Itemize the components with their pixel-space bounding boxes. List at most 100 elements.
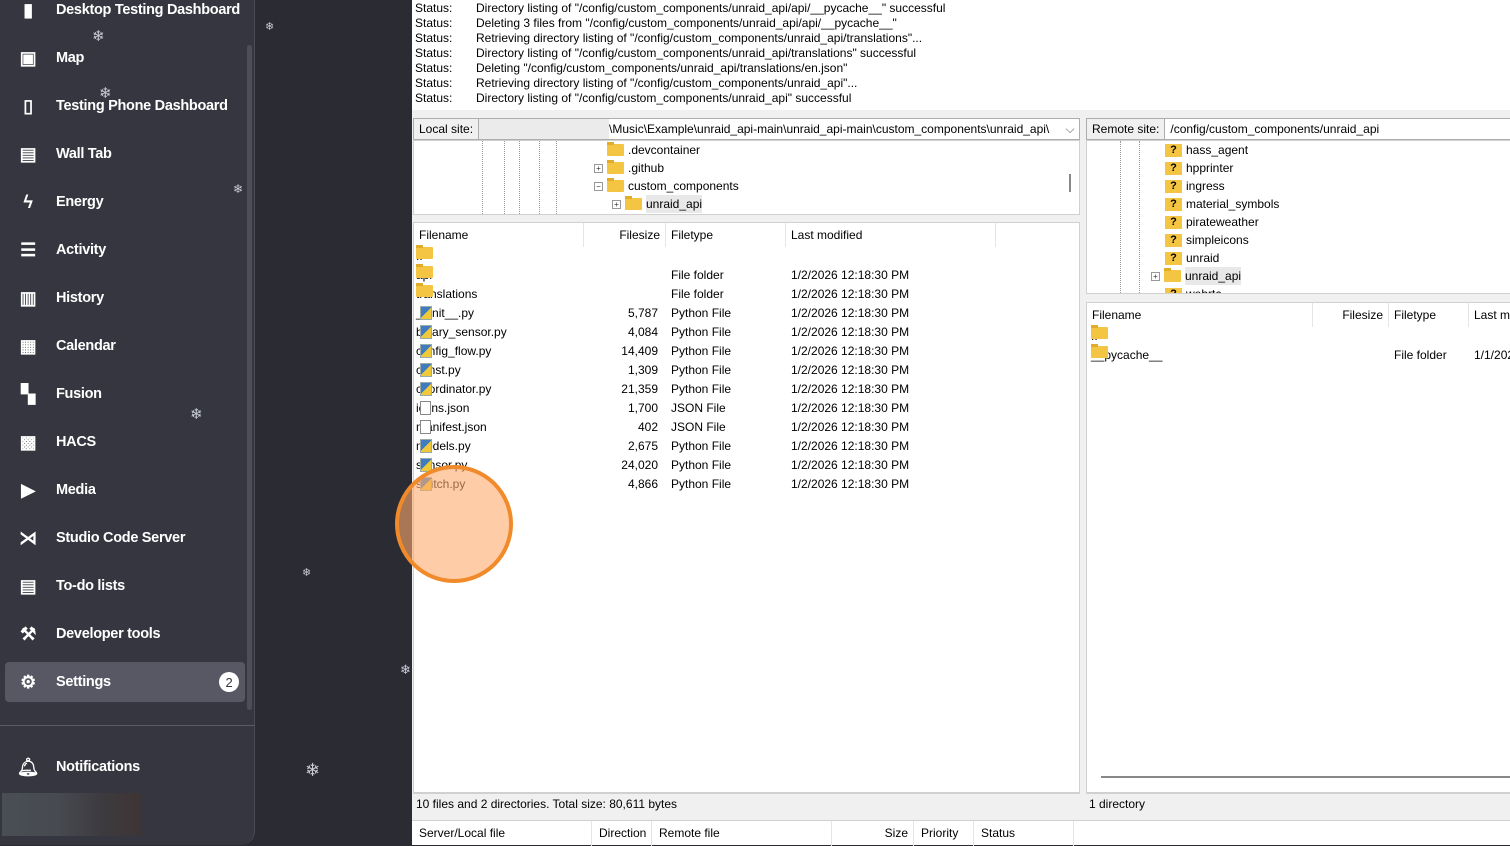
- tree-node[interactable]: ? pirateweather: [1165, 213, 1259, 231]
- file-type: Python File: [671, 477, 732, 491]
- column-header[interactable]: Filetype: [1389, 303, 1469, 327]
- file-row[interactable]: config_flow.py 14,409 Python File 1/2/2026 …: [414, 342, 1079, 361]
- vscode-icon: ⋊: [19, 527, 37, 548]
- python-file-icon: [420, 344, 432, 358]
- hammer-icon: ⚒: [20, 623, 36, 644]
- remote-site-label: Remote site:: [1087, 119, 1166, 139]
- queue-column-header[interactable]: Direction: [592, 821, 652, 846]
- file-modified: 1/2/2026 12:18:30 PM: [791, 420, 910, 434]
- queue-column-header[interactable]: Size: [832, 821, 914, 846]
- file-row[interactable]: binary_sensor.py 4,084 Python File 1/2/2026…: [414, 323, 1079, 342]
- tree-node[interactable]: ? material_symbols: [1165, 195, 1279, 213]
- file-row[interactable]: coordinator.py 21,359 Python File 1/2/2026 …: [414, 380, 1079, 399]
- sidebar-item-desktop-testing-dashboard[interactable]: ▮ Desktop Testing Dashboard: [5, 0, 245, 30]
- sidebar-item-settings[interactable]: ⚙ Settings 2: [5, 662, 245, 702]
- file-row[interactable]: ..: [414, 245, 1079, 266]
- transfer-queue: Server/Local file Direction Remote file Siz…: [412, 820, 1510, 846]
- file-modified: 1/2/2026 12:18:30 PM: [791, 325, 910, 339]
- sidebar-item-map[interactable]: ▣ Map: [5, 38, 245, 78]
- sidebar-item-label: Energy: [56, 194, 104, 210]
- lightning-icon: ϟ: [23, 191, 33, 212]
- tree-node[interactable]: ? simpleicons: [1165, 231, 1249, 249]
- sidebar-item-label: Notifications: [56, 759, 140, 775]
- sidebar-item-activity[interactable]: ☰ Activity: [5, 230, 245, 270]
- column-header[interactable]: Filetype: [666, 223, 786, 247]
- tree-node[interactable]: ? ingress: [1165, 177, 1225, 195]
- json-file-icon: [420, 420, 431, 434]
- sidebar-item-label: Fusion: [56, 386, 102, 402]
- log-row: Status: Directory listing of "/config/cus…: [412, 46, 1510, 61]
- remote-directory-tree[interactable]: ? hass_agent? hpprinter? ingress? material_s…: [1086, 140, 1510, 294]
- tree-scrollbar[interactable]: [1069, 174, 1071, 192]
- sidebar-item-fusion[interactable]: ▚ Fusion: [5, 374, 245, 414]
- expand-icon[interactable]: −: [594, 181, 603, 191]
- sidebar-scrollbar[interactable]: [247, 45, 252, 710]
- column-header[interactable]: Filename: [414, 223, 584, 247]
- user-avatar[interactable]: [2, 793, 142, 836]
- local-directory-tree[interactable]: .devcontainer + .github − custom_components +…: [413, 140, 1080, 215]
- queue-column-header[interactable]: Status: [974, 821, 1074, 846]
- tree-node[interactable]: .devcontainer: [607, 141, 700, 159]
- folder-icon: [607, 142, 624, 156]
- sidebar-item-calendar[interactable]: ▦ Calendar: [5, 326, 245, 366]
- horizontal-scrollbar[interactable]: [1101, 776, 1510, 778]
- local-site-path[interactable]: \Music\Example\unraid_api-main\unraid_ap…: [609, 122, 1061, 136]
- tree-node[interactable]: ? hass_agent: [1165, 141, 1248, 159]
- column-header[interactable]: Filesize: [584, 223, 666, 247]
- expand-icon[interactable]: +: [1151, 271, 1160, 281]
- file-row[interactable]: __pycache__ File folder 1/1/202: [1087, 344, 1510, 365]
- expand-icon[interactable]: +: [594, 163, 603, 173]
- file-row[interactable]: const.py 1,309 Python File 1/2/2026 12:18:3…: [414, 361, 1079, 380]
- file-row[interactable]: sensor.py 24,020 Python File 1/2/2026 12:18…: [414, 456, 1079, 475]
- file-row[interactable]: translations File folder 1/2/2026 12:18:30…: [414, 283, 1079, 304]
- tree-node[interactable]: ? hpprinter: [1165, 159, 1233, 177]
- chevron-down-icon[interactable]: ⌵: [1061, 122, 1079, 137]
- folder-icon: [625, 196, 642, 210]
- tree-node[interactable]: ? unraid: [1165, 249, 1219, 267]
- sidebar-item-energy[interactable]: ϟ Energy: [5, 182, 245, 222]
- remote-site-path[interactable]: /config/custom_components/unraid_api: [1165, 122, 1379, 136]
- sidebar-item-to-do-lists[interactable]: ▤ To-do lists: [5, 566, 245, 606]
- file-row[interactable]: __init__.py 5,787 Python File 1/2/2026 12:1…: [414, 304, 1079, 323]
- tree-node[interactable]: + unraid_api: [1151, 267, 1242, 285]
- click-indicator: [395, 465, 513, 583]
- sidebar-divider: [0, 725, 255, 726]
- sidebar-item-studio-code-server[interactable]: ⋊ Studio Code Server: [5, 518, 245, 558]
- file-row[interactable]: switch.py4,866Python File1/2/2026 12:18:…: [414, 475, 1079, 494]
- tree-node[interactable]: + .github: [594, 159, 664, 177]
- file-row[interactable]: manifest.json 402 JSON File 1/2/2026 12:18:…: [414, 418, 1079, 437]
- tree-node[interactable]: − custom_components: [594, 177, 739, 195]
- expand-icon[interactable]: +: [612, 199, 621, 209]
- sidebar-item-media[interactable]: ▶ Media: [5, 470, 245, 510]
- tree-node[interactable]: ? webrtc: [1165, 285, 1221, 293]
- local-file-list[interactable]: FilenameFilesizeFiletypeLast modified..a…: [413, 222, 1080, 793]
- file-row[interactable]: models.py 2,675 Python File 1/2/2026 12:18:…: [414, 437, 1079, 456]
- snowflake-icon: ❄: [400, 662, 411, 677]
- sidebar-item-testing-phone-dashboard[interactable]: ▯ Testing Phone Dashboard: [5, 86, 245, 126]
- column-header[interactable]: Last modified: [786, 223, 996, 247]
- queue-column-header[interactable]: Priority: [914, 821, 974, 846]
- sidebar-item-history[interactable]: ▥ History: [5, 278, 245, 318]
- unknown-folder-icon: ?: [1165, 251, 1182, 265]
- file-modified: 1/1/202: [1474, 348, 1510, 362]
- column-header[interactable]: Filename: [1087, 303, 1313, 327]
- queue-column-header[interactable]: Remote file: [652, 821, 832, 846]
- filezilla-window: Status: Directory listing of "/config/cus…: [412, 0, 1510, 846]
- sidebar-item-wall-tab[interactable]: ▤ Wall Tab: [5, 134, 245, 174]
- unknown-folder-icon: ?: [1165, 143, 1182, 157]
- column-header[interactable]: Last m: [1469, 303, 1510, 327]
- sidebar-item-developer-tools[interactable]: ⚒ Developer tools: [5, 614, 245, 654]
- file-size: 14,409: [621, 344, 658, 358]
- sidebar-item-hacs[interactable]: ▩ HACS: [5, 422, 245, 462]
- column-header[interactable]: Filesize: [1313, 303, 1389, 327]
- sidebar-item-label: Map: [56, 50, 85, 66]
- tree-node[interactable]: + unraid_api: [612, 195, 703, 213]
- queue-column-header[interactable]: Server/Local file: [412, 821, 592, 846]
- file-row[interactable]: ..: [1087, 325, 1510, 346]
- redacted-path: [479, 119, 610, 139]
- file-row[interactable]: icons.json 1,700 JSON File 1/2/2026 12:18:3…: [414, 399, 1079, 418]
- file-row[interactable]: apiFile folder1/2/2026 12:18:30 PM: [414, 264, 1079, 285]
- remote-file-list[interactable]: FilenameFilesizeFiletypeLast m..__pycach…: [1086, 302, 1510, 793]
- tree-guide-line: [504, 141, 505, 214]
- sidebar-item-notifications[interactable]: 🔔︎ Notifications: [5, 747, 245, 787]
